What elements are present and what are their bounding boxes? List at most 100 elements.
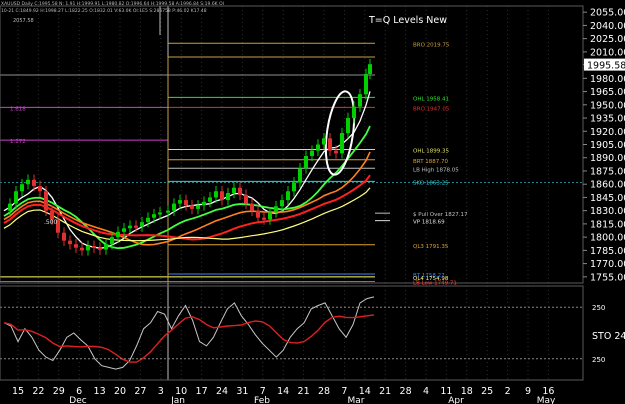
candle-body (268, 212, 272, 220)
candle-body (20, 184, 24, 192)
x-tick-label: 4 (423, 386, 429, 397)
candle-body (92, 245, 96, 248)
candle-body (274, 206, 278, 213)
candle-body (298, 168, 302, 183)
x-tick-label: 2 (505, 386, 511, 397)
level-label: BRO 1947.05 (413, 106, 450, 112)
candle-body (244, 194, 248, 204)
x-tick-label: 21 (379, 386, 391, 397)
x-tick-label: 28 (400, 386, 412, 397)
candle-body (250, 203, 254, 211)
x-tick-label: 13 (94, 386, 106, 397)
y-tick-label: 1860.00 (590, 180, 625, 191)
y-tick-label: 1845.00 (590, 193, 625, 204)
candle-body (256, 210, 260, 218)
y-tick-label: 2040.00 (590, 21, 625, 32)
candle-body (364, 73, 368, 95)
x-tick-label: 27 (134, 386, 146, 397)
price-tag-label: 1995.58 (587, 61, 625, 72)
candle-body (38, 185, 42, 192)
candle-body (140, 222, 144, 227)
y-tick-label: 1965.00 (590, 87, 625, 98)
candle-body (172, 203, 176, 211)
y-tick-label: 1800.00 (590, 233, 625, 244)
candle-body (214, 191, 218, 198)
price-panel-frame (0, 5, 584, 284)
candle-body (152, 214, 156, 218)
y-tick-label: 1785.00 (590, 246, 625, 257)
y-tick-label: 1950.00 (590, 100, 625, 111)
y-tick-label: 1875.00 (590, 166, 625, 177)
x-tick-label: 14 (277, 386, 289, 397)
candle-body (74, 244, 78, 248)
level-label: BT 1758.27 (413, 273, 445, 279)
candle-body (158, 212, 162, 215)
level-label: OHL 1899.35 (413, 148, 450, 154)
fib-label: .500 (44, 219, 58, 226)
candle-body (304, 155, 308, 169)
level-label: OHL 1958.41 (413, 96, 449, 102)
month-label: Mar (348, 396, 365, 404)
price-chart[interactable]: 15 22 29 6 13 20 27 3 10 17 24 31 7 14 21 28 7 14 21 28 4 11 1… (0, 0, 625, 404)
month-label: May (537, 396, 556, 404)
candle-body (178, 200, 182, 204)
candle-body (352, 106, 356, 119)
candle-body (26, 179, 30, 185)
candle-body (8, 203, 12, 211)
candle-body (128, 225, 132, 229)
candle-body (116, 231, 120, 238)
candle-body (196, 205, 200, 209)
month-label: Jan (170, 396, 185, 404)
stochastic-k-line (3, 296, 375, 370)
candle-body (202, 201, 206, 206)
y-tick-label: 1755.00 (590, 272, 625, 283)
candle-body (286, 191, 290, 201)
candle-body (292, 182, 296, 192)
corner-value: 2057.58 (13, 18, 34, 24)
quote-subline: 10-21 C:1849.92 H:1998.27 L:1822.25 O:18… (1, 8, 207, 14)
candle-body (14, 191, 18, 204)
candle-body (368, 64, 372, 74)
level-label: BRT 1887.70 (413, 159, 449, 165)
candle-body (184, 200, 188, 206)
x-tick-label: 31 (236, 386, 248, 397)
stochastic-d-line (3, 314, 375, 363)
level-label: LB High 1878.05 (413, 167, 459, 173)
candle-body (328, 138, 332, 151)
osc-tick-label: 250 (592, 304, 605, 312)
osc-tick-label: 250 (592, 356, 605, 364)
level-label: LB Low 1749.71 (413, 280, 457, 286)
level-label: 1.618 (10, 106, 26, 112)
y-tick-label: 1905.00 (590, 140, 625, 151)
y-tick-label: 2010.00 (590, 47, 625, 58)
candle-body (190, 205, 194, 209)
candle-body (104, 244, 108, 250)
quote-line: XAUUSD Daily C:1995.58 N: 1.91 H:1999.91… (1, 1, 224, 7)
x-tick-label: 20 (114, 386, 126, 397)
oscillator-panel-frame (0, 285, 584, 381)
y-tick-label: 2025.00 (590, 34, 625, 45)
level-label: $ Pull Over 1827.17 (413, 212, 468, 218)
osc-value-label: STO 24 (592, 331, 625, 342)
month-label: Apr (448, 396, 464, 404)
chart-title: T=Q Levels New (368, 15, 447, 26)
candle-body (110, 237, 114, 245)
candle-body (80, 247, 84, 251)
candle-body (322, 138, 326, 145)
candle-body (310, 150, 314, 156)
x-tick-label: 17 (196, 386, 208, 397)
y-tick-label: 1770.00 (590, 259, 625, 270)
level-label: BRO 2019.75 (413, 42, 450, 48)
y-tick-label: 1815.00 (590, 219, 625, 230)
y-tick-label: 2055.00 (590, 8, 625, 19)
x-tick-label: 28 (318, 386, 330, 397)
level-label: 1.272 (10, 139, 26, 145)
x-tick-label: 3 (158, 386, 164, 397)
candle-body (68, 240, 72, 245)
candle-body (340, 133, 344, 154)
candle-body (98, 247, 102, 250)
candle-body (166, 210, 170, 213)
y-tick-label: 1935.00 (590, 114, 625, 125)
candle-body (232, 187, 236, 194)
x-tick-label: 24 (216, 386, 228, 397)
